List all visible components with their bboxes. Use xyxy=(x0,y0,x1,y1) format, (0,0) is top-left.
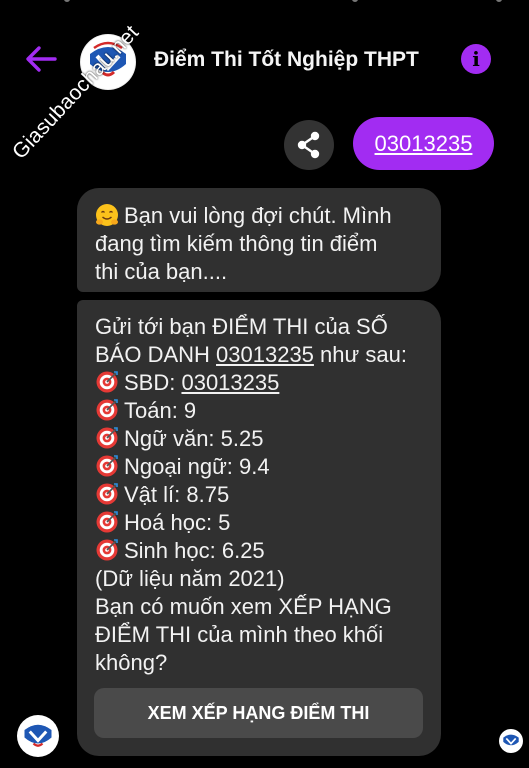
message-line: đang tìm kiếm thông tin điểm xyxy=(95,231,378,256)
direct-hit-emoji-icon xyxy=(96,399,118,421)
view-ranking-button[interactable]: XEM XẾP HẠNG ĐIỂM THI xyxy=(94,688,423,738)
score-text: Ngoại ngữ: 9.4 xyxy=(124,454,270,479)
message-line: BÁO DANH 03013235 như sau: xyxy=(95,341,423,369)
school-logo-icon xyxy=(499,729,523,753)
score-line: Vật lí: 8.75 xyxy=(95,481,423,509)
status-dot xyxy=(496,0,502,2)
sbd-link[interactable]: 03013235 xyxy=(216,342,314,367)
score-text: Sinh học: 6.25 xyxy=(124,538,265,563)
direct-hit-emoji-icon xyxy=(96,455,118,477)
message-text: như sau: xyxy=(313,342,407,367)
status-dot xyxy=(352,0,358,2)
message-line: không? xyxy=(95,650,168,675)
share-icon xyxy=(297,131,320,159)
direct-hit-emoji-icon xyxy=(96,427,118,449)
seen-avatar xyxy=(499,729,523,753)
info-icon[interactable]: i xyxy=(461,44,491,74)
score-line: Sinh học: 6.25 xyxy=(95,537,423,565)
score-text: Hoá học: 5 xyxy=(124,510,231,535)
message-text: BÁO DANH xyxy=(95,342,217,367)
direct-hit-emoji-icon xyxy=(96,539,118,561)
status-bar xyxy=(0,0,529,16)
score-text: Ngữ văn: 5.25 xyxy=(124,426,264,451)
direct-hit-emoji-icon xyxy=(96,511,118,533)
message-line: Bạn có muốn xem XẾP HẠNG xyxy=(95,594,392,619)
bot-avatar xyxy=(17,715,59,757)
score-line: Toán: 9 xyxy=(95,397,423,425)
message-line: thi của bạn.... xyxy=(95,259,228,284)
score-line: Ngữ văn: 5.25 xyxy=(95,425,423,453)
back-arrow-icon[interactable] xyxy=(24,44,58,74)
direct-hit-emoji-icon xyxy=(96,483,118,505)
direct-hit-emoji-icon xyxy=(96,371,118,393)
score-line: Ngoại ngữ: 9.4 xyxy=(95,453,423,481)
page-title: Điểm Thi Tốt Nghiệp THPT xyxy=(154,48,419,71)
score-label: SBD: xyxy=(124,370,182,395)
school-logo-icon xyxy=(17,715,59,757)
sent-message-text[interactable]: 03013235 xyxy=(375,131,473,157)
message-text: Bạn vui lòng đợi chút. Mình xyxy=(124,203,392,228)
message-line: (Dữ liệu năm 2021) xyxy=(95,566,285,591)
status-dot xyxy=(64,0,70,2)
message-line: Bạn vui lòng đợi chút. Mình xyxy=(95,202,423,230)
score-text: Vật lí: 8.75 xyxy=(124,482,230,507)
message-line: Gửi tới bạn ĐIỂM THI của SỐ xyxy=(95,314,388,339)
score-line: Hoá học: 5 xyxy=(95,509,423,537)
waiting-message-bubble: Bạn vui lòng đợi chút. Mình đang tìm kiế… xyxy=(77,188,441,292)
score-text: Toán: 9 xyxy=(124,398,197,423)
hugging-face-emoji-icon xyxy=(96,204,118,226)
sent-message-bubble[interactable]: 03013235 xyxy=(353,117,494,170)
message-line: ĐIỂM THI của mình theo khối xyxy=(95,622,384,647)
sbd-link[interactable]: 03013235 xyxy=(181,370,279,395)
share-button[interactable] xyxy=(284,120,334,170)
score-line: SBD: 03013235 xyxy=(95,369,423,397)
